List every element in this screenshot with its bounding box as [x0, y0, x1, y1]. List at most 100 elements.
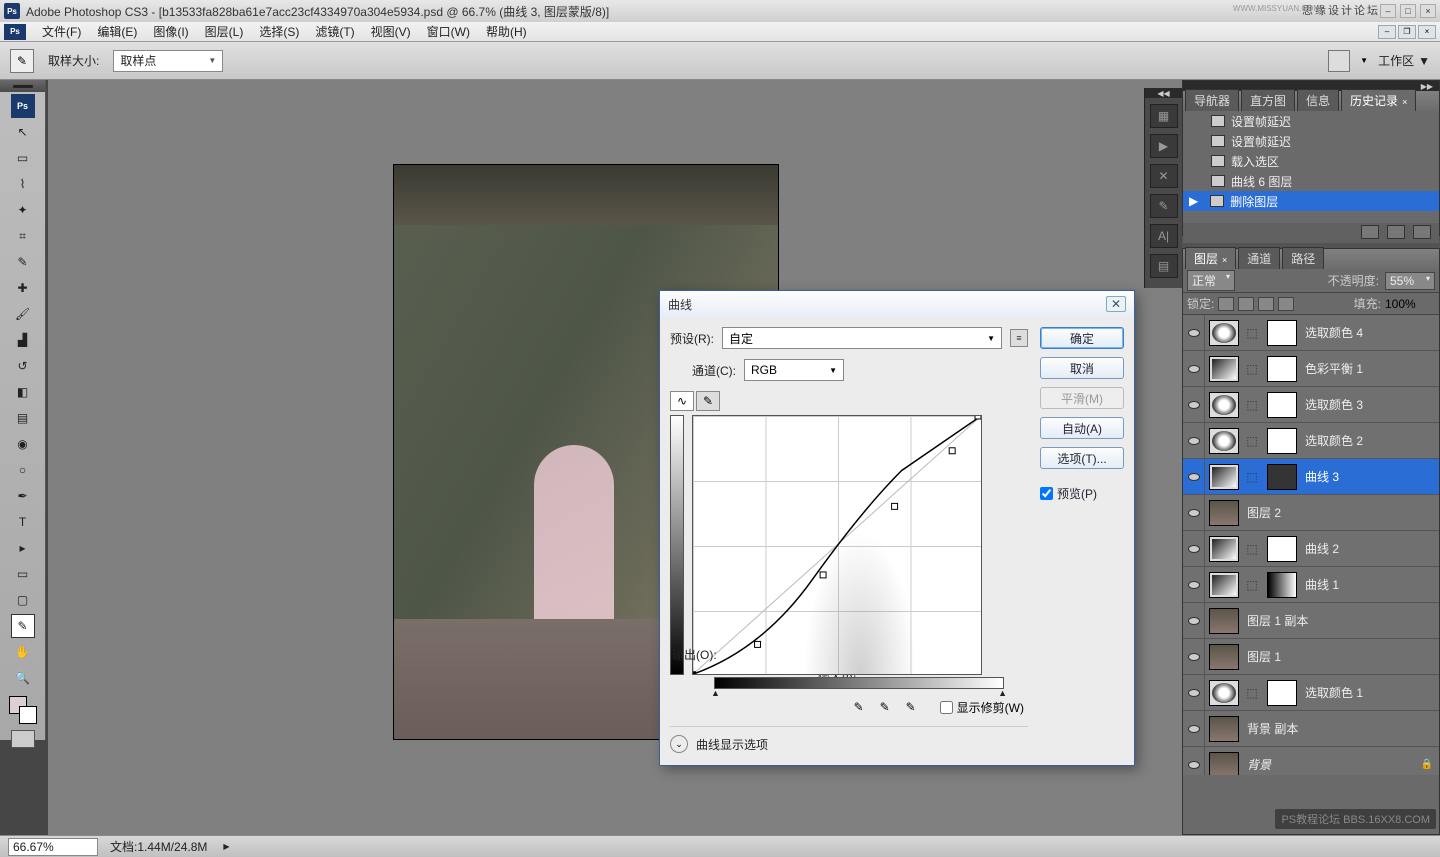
- history-item-selected[interactable]: ▶删除图层: [1183, 191, 1439, 211]
- dock-swatches-icon[interactable]: ▤: [1150, 254, 1178, 278]
- sample-size-combo[interactable]: 取样点 ▼: [113, 50, 223, 72]
- layer-row[interactable]: ⬚ 曲线 2: [1183, 531, 1439, 567]
- layer-name[interactable]: 背景 副本: [1247, 720, 1298, 737]
- channel-combo[interactable]: RGB ▼: [744, 359, 844, 381]
- color-swatches[interactable]: [9, 696, 37, 724]
- layer-thumb[interactable]: [1209, 608, 1239, 634]
- layer-mask-thumb[interactable]: [1267, 320, 1297, 346]
- curve-point-tool[interactable]: ∿: [670, 391, 694, 411]
- lock-transparency-icon[interactable]: [1218, 297, 1234, 311]
- menu-view[interactable]: 视图(V): [363, 23, 419, 40]
- ok-button[interactable]: 确定: [1040, 327, 1124, 349]
- layer-mask-thumb[interactable]: [1267, 680, 1297, 706]
- dock-actions-icon[interactable]: ✕: [1150, 164, 1178, 188]
- visibility-toggle[interactable]: [1183, 459, 1205, 495]
- fill-field[interactable]: 100%: [1385, 297, 1435, 311]
- layer-row[interactable]: 背景🔒: [1183, 747, 1439, 775]
- delete-state-button[interactable]: [1413, 225, 1431, 239]
- auto-button[interactable]: 自动(A): [1040, 417, 1124, 439]
- magic-wand-tool[interactable]: ✦: [11, 198, 35, 222]
- tab-channels[interactable]: 通道: [1238, 247, 1280, 269]
- preset-menu-button[interactable]: ≡: [1010, 329, 1028, 347]
- menu-select[interactable]: 选择(S): [251, 23, 307, 40]
- layer-thumb[interactable]: [1209, 644, 1239, 670]
- menu-window[interactable]: 窗口(W): [419, 23, 478, 40]
- layer-row[interactable]: ⬚色彩平衡 1: [1183, 351, 1439, 387]
- layer-thumb[interactable]: [1209, 464, 1239, 490]
- layer-row[interactable]: 图层 2: [1183, 495, 1439, 531]
- layer-name[interactable]: 选取颜色 4: [1305, 324, 1363, 341]
- brush-tool[interactable]: 🖌: [11, 302, 35, 326]
- layer-name[interactable]: 曲线 1: [1305, 576, 1339, 593]
- stamp-tool[interactable]: ▟: [11, 328, 35, 352]
- layer-thumb[interactable]: [1209, 320, 1239, 346]
- link-icon[interactable]: ⬚: [1239, 686, 1265, 700]
- layer-thumb[interactable]: [1209, 716, 1239, 742]
- workspace-menu[interactable]: 工作区 ▼: [1378, 52, 1430, 69]
- path-select-tool[interactable]: ▸: [11, 536, 35, 560]
- move-tool[interactable]: ↖: [11, 120, 35, 144]
- history-item[interactable]: 设置帧延迟: [1183, 131, 1439, 151]
- layer-name[interactable]: 曲线 2: [1305, 540, 1339, 557]
- layer-mask-thumb[interactable]: [1267, 392, 1297, 418]
- visibility-toggle[interactable]: [1183, 675, 1205, 711]
- zoom-tool[interactable]: 🔍: [11, 666, 35, 690]
- toolbox-grip[interactable]: [0, 80, 45, 92]
- preview-checkbox[interactable]: 预览(P): [1040, 485, 1124, 502]
- dialog-close-button[interactable]: ✕: [1106, 296, 1126, 312]
- link-icon[interactable]: ⬚: [1239, 470, 1265, 484]
- visibility-toggle[interactable]: [1183, 531, 1205, 567]
- show-clipping-checkbox[interactable]: 显示修剪(W): [940, 699, 1024, 716]
- visibility-toggle[interactable]: [1183, 423, 1205, 459]
- link-icon[interactable]: ⬚: [1239, 326, 1265, 340]
- quick-mask-button[interactable]: [11, 730, 35, 748]
- curves-dialog[interactable]: 曲线 ✕ 预设(R): 自定 ▼ ≡ 通道(C): RGB ▼ ∿: [659, 290, 1135, 766]
- layer-thumb[interactable]: [1209, 680, 1239, 706]
- visibility-toggle[interactable]: [1183, 567, 1205, 603]
- layer-row[interactable]: ⬚ 选取颜色 3: [1183, 387, 1439, 423]
- layer-name[interactable]: 背景: [1247, 756, 1271, 773]
- snapshot-button[interactable]: [1361, 225, 1379, 239]
- history-item[interactable]: 设置帧延迟: [1183, 111, 1439, 131]
- doc-minimize-button[interactable]: –: [1378, 25, 1396, 39]
- link-icon[interactable]: ⬚: [1239, 578, 1265, 592]
- dialog-titlebar[interactable]: 曲线 ✕: [660, 291, 1134, 317]
- layer-mask-thumb[interactable]: [1267, 428, 1297, 454]
- menu-edit[interactable]: 编辑(E): [89, 23, 145, 40]
- black-point-eyedropper[interactable]: ✎: [850, 698, 868, 716]
- go-to-bridge-button[interactable]: [1328, 50, 1350, 72]
- layer-name[interactable]: 曲线 3: [1305, 468, 1339, 485]
- pen-tool[interactable]: ✒: [11, 484, 35, 508]
- tab-paths[interactable]: 路径: [1282, 247, 1324, 269]
- layer-thumb[interactable]: [1209, 572, 1239, 598]
- preset-combo[interactable]: 自定 ▼: [722, 327, 1002, 349]
- visibility-toggle[interactable]: [1183, 711, 1205, 747]
- statusbar-menu-icon[interactable]: ▶: [223, 842, 229, 851]
- layer-row[interactable]: ⬚ 曲线 3: [1183, 459, 1439, 495]
- curves-graph[interactable]: [692, 415, 982, 675]
- link-icon[interactable]: ⬚: [1239, 542, 1265, 556]
- visibility-toggle[interactable]: [1183, 495, 1205, 531]
- blend-mode-combo[interactable]: 正常: [1187, 270, 1235, 291]
- maximize-button[interactable]: □: [1400, 4, 1416, 18]
- layer-name[interactable]: 图层 2: [1247, 504, 1281, 521]
- lock-position-icon[interactable]: [1258, 297, 1274, 311]
- tab-navigator[interactable]: 导航器: [1185, 89, 1239, 111]
- layer-name[interactable]: 选取颜色 3: [1305, 396, 1363, 413]
- notes-tool[interactable]: ▢: [11, 588, 35, 612]
- expand-options-button[interactable]: ⌄: [670, 735, 688, 753]
- lasso-tool[interactable]: ⌇: [11, 172, 35, 196]
- tab-histogram[interactable]: 直方图: [1241, 89, 1295, 111]
- layer-row[interactable]: ⬚ 选取颜色 4: [1183, 315, 1439, 351]
- layer-thumb[interactable]: [1209, 392, 1239, 418]
- menu-file[interactable]: 文件(F): [34, 23, 89, 40]
- preview-input[interactable]: [1040, 487, 1053, 500]
- layer-name[interactable]: 选取颜色 1: [1305, 684, 1363, 701]
- menu-layer[interactable]: 图层(L): [197, 23, 252, 40]
- marquee-tool[interactable]: ▭: [11, 146, 35, 170]
- layer-thumb[interactable]: [1209, 536, 1239, 562]
- layer-row[interactable]: ⬚选取颜色 2: [1183, 423, 1439, 459]
- layer-name[interactable]: 选取颜色 2: [1305, 432, 1363, 449]
- history-list[interactable]: 设置帧延迟 设置帧延迟 载入选区 曲线 6 图层 ▶删除图层: [1183, 111, 1439, 223]
- link-icon[interactable]: ⬚: [1239, 398, 1265, 412]
